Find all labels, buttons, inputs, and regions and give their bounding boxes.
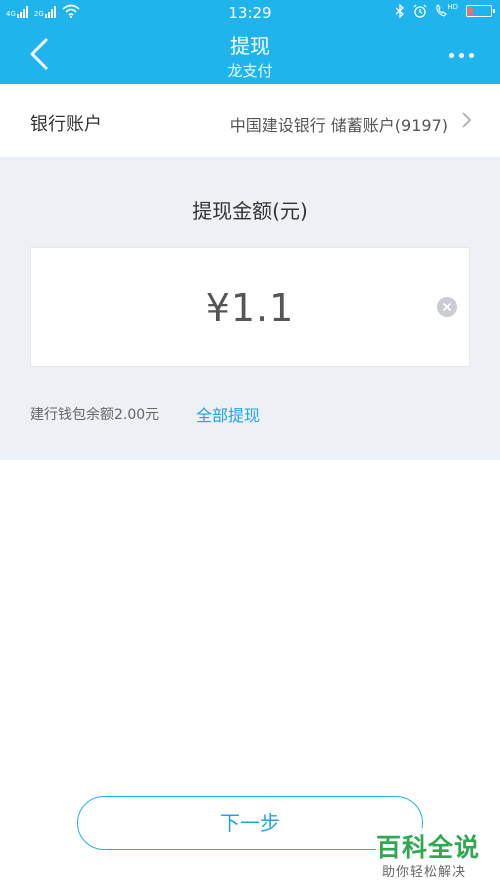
- next-step-button[interactable]: 下一步: [77, 796, 423, 850]
- hd-label: HD: [447, 3, 458, 11]
- amount-title: 提现金额(元): [192, 199, 308, 223]
- more-dot-icon: [459, 52, 464, 58]
- wallet-balance-text: 建行钱包余额2.00元: [30, 407, 160, 423]
- navigation-bar: 提现 龙支付: [0, 26, 500, 84]
- hd-call-icon: HD: [435, 4, 458, 18]
- bank-account-label: 银行账户: [30, 114, 102, 135]
- watermark-title: 百科全说: [376, 833, 481, 862]
- withdraw-all-link[interactable]: 全部提现: [196, 402, 260, 426]
- status-right-icons: HD: [395, 4, 495, 18]
- more-dot-icon: [449, 52, 454, 58]
- clear-amount-button[interactable]: [437, 297, 457, 317]
- top-bar: 4G 2G 13:29 HD 提现 龙支付: [0, 0, 500, 84]
- chevron-right-icon: [462, 112, 472, 128]
- amount-input[interactable]: ¥1.1: [30, 247, 470, 367]
- battery-icon: [466, 5, 495, 17]
- status-bar: 4G 2G 13:29 HD: [0, 0, 500, 26]
- bluetooth-icon: [395, 4, 405, 18]
- watermark-subtitle: 助你轻松解决: [382, 865, 467, 880]
- watermark-logo: 百科全说 助你轻松解决: [376, 828, 494, 884]
- amount-value: ¥1.1: [205, 286, 295, 330]
- bank-account-value: 中国建设银行 储蓄账户(9197): [229, 116, 448, 135]
- amount-panel: 提现金额(元) ¥1.1 建行钱包余额2.00元 全部提现: [0, 157, 500, 460]
- alarm-icon: [413, 4, 427, 18]
- more-dot-icon: [469, 52, 474, 58]
- close-icon: [443, 303, 451, 311]
- more-options-button[interactable]: [422, 40, 474, 70]
- bank-account-row[interactable]: 银行账户 中国建设银行 储蓄账户(9197): [0, 84, 500, 158]
